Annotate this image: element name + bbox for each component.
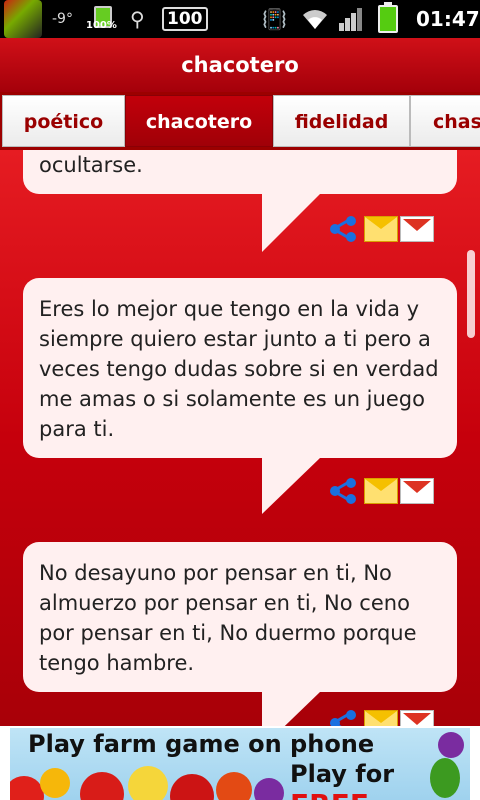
email-icon[interactable] bbox=[364, 478, 398, 504]
battery-icon bbox=[378, 0, 398, 38]
share-icon[interactable] bbox=[328, 474, 362, 506]
message-bubble: No desayuno por pensar en ti, No almuerz… bbox=[23, 542, 457, 692]
fruit-decoration bbox=[128, 766, 168, 800]
temperature: -9° bbox=[52, 11, 73, 27]
message-bubble: ocultarse. bbox=[23, 150, 457, 194]
message-bubble: Eres lo mejor que tengo en la vida y sie… bbox=[23, 278, 457, 458]
count-badge: 100 bbox=[162, 0, 208, 38]
share-icon[interactable] bbox=[328, 706, 362, 726]
ad-headline: Play farm game on phone bbox=[28, 730, 375, 758]
wifi-icon bbox=[300, 0, 330, 38]
gmail-icon[interactable] bbox=[400, 710, 434, 726]
message-list[interactable]: ocultarse. Eres lo mejor que tengo en la… bbox=[0, 150, 480, 726]
message-text: No desayuno por pensar en ti, No almuerz… bbox=[39, 561, 417, 675]
message-actions bbox=[328, 474, 434, 510]
message-text: ocultarse. bbox=[39, 153, 143, 177]
fruit-decoration bbox=[216, 772, 252, 800]
status-bar: -9° 100% ⚲ 100 📳 01:47 bbox=[0, 0, 480, 38]
tab-fidelidad[interactable]: fidelidad bbox=[273, 95, 410, 147]
bubble-tail bbox=[262, 458, 320, 514]
usb-icon: ⚲ bbox=[130, 7, 145, 31]
email-icon[interactable] bbox=[364, 710, 398, 726]
share-icon[interactable] bbox=[328, 212, 362, 244]
fruit-decoration bbox=[170, 774, 214, 800]
tab-bar: poético chacotero fidelidad chas bbox=[0, 92, 480, 150]
fruit-decoration bbox=[10, 776, 44, 800]
fruit-decoration bbox=[438, 732, 464, 758]
signal-icon bbox=[338, 0, 364, 38]
message-actions bbox=[328, 212, 434, 248]
gmail-icon[interactable] bbox=[400, 216, 434, 242]
scrollbar[interactable] bbox=[467, 250, 475, 338]
tab-chacotero[interactable]: chacotero bbox=[125, 95, 273, 147]
clock: 01:47 bbox=[416, 7, 480, 31]
bubble-tail bbox=[262, 194, 320, 252]
fruit-decoration bbox=[80, 772, 124, 800]
message-actions bbox=[328, 706, 434, 726]
title-bar: chacotero bbox=[0, 38, 480, 92]
ad-banner[interactable]: Play farm game on phone Play for FREE bbox=[0, 726, 480, 800]
app-notification-icon bbox=[4, 0, 42, 38]
tab-chas[interactable]: chas bbox=[410, 95, 480, 147]
ad-cta: Play for FREE bbox=[290, 760, 395, 800]
ad-image[interactable]: Play farm game on phone Play for FREE bbox=[10, 728, 470, 800]
fruit-decoration bbox=[254, 778, 284, 800]
battery-widget-icon: 100% bbox=[86, 0, 117, 38]
vibrate-icon: 📳 bbox=[262, 7, 287, 31]
bubble-tail bbox=[262, 692, 320, 726]
battery-widget-pct: 100% bbox=[86, 20, 117, 31]
tab-poetico[interactable]: poético bbox=[2, 95, 125, 147]
gmail-icon[interactable] bbox=[400, 478, 434, 504]
page-title: chacotero bbox=[181, 53, 299, 77]
message-text: Eres lo mejor que tengo en la vida y sie… bbox=[39, 297, 439, 441]
email-icon[interactable] bbox=[364, 216, 398, 242]
fruit-decoration bbox=[40, 768, 70, 798]
